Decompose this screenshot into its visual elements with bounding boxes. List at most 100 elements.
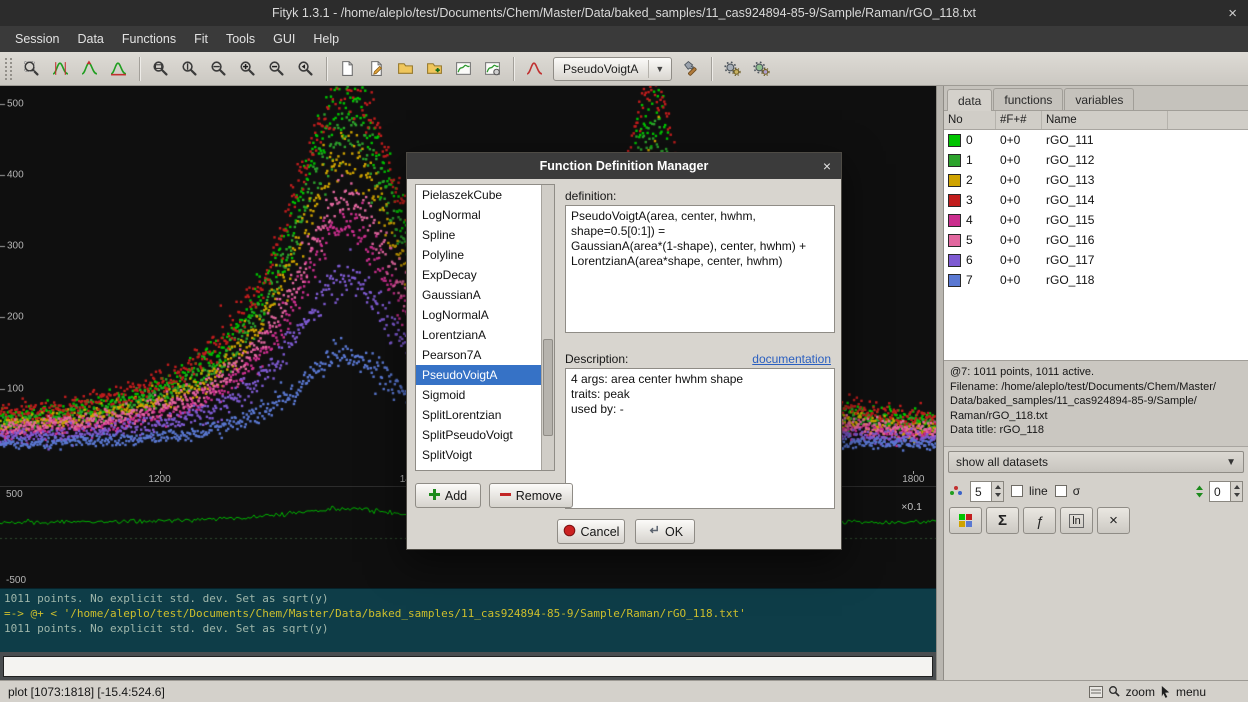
zoom-out-icon[interactable]	[263, 55, 290, 82]
column-header-filler	[1168, 111, 1248, 129]
menu-session[interactable]: Session	[6, 27, 68, 51]
dataset-row-rGO_111[interactable]: 00+0rGO_111	[944, 130, 1248, 150]
function-item-LorentzianA[interactable]: LorentzianA	[416, 325, 541, 345]
function-list-scrollbar[interactable]	[541, 185, 554, 470]
dataset-row-rGO_113[interactable]: 20+0rGO_113	[944, 170, 1248, 190]
dataset-row-rGO_117[interactable]: 60+0rGO_117	[944, 250, 1248, 270]
scrollbar-thumb[interactable]	[543, 339, 553, 436]
enter-icon	[647, 524, 660, 540]
dataset-row-rGO_112[interactable]: 10+0rGO_112	[944, 150, 1248, 170]
dataset-table: No#F+#Name 00+0rGO_11110+0rGO_11220+0rGO…	[944, 111, 1248, 361]
sum-button[interactable]: Σ	[986, 507, 1019, 534]
image-save-icon[interactable]	[450, 55, 477, 82]
zoom-horizontal-icon[interactable]	[205, 55, 232, 82]
script-edit-icon[interactable]	[363, 55, 390, 82]
zoom-vertical-icon[interactable]	[176, 55, 203, 82]
script-new-icon[interactable]	[334, 55, 361, 82]
chevron-down-icon: ▼	[1226, 457, 1236, 468]
ok-button[interactable]: OK	[635, 519, 695, 544]
dataset-filter-dropdown[interactable]: show all datasets ▼	[948, 451, 1244, 473]
status-menu-label[interactable]: menu	[1176, 685, 1206, 699]
data-load-append-icon[interactable]	[421, 55, 448, 82]
add-button[interactable]: Add	[415, 483, 481, 508]
menu-functions[interactable]: Functions	[113, 27, 185, 51]
function-item-SplitVoigt[interactable]: SplitVoigt	[416, 445, 541, 465]
plot-settings-icon[interactable]	[479, 55, 506, 82]
fit-run-icon[interactable]	[719, 55, 746, 82]
zoom-previous-icon[interactable]	[292, 55, 319, 82]
shift-spinner[interactable]: 0	[1209, 481, 1243, 502]
function-definition-manager-dialog: Function Definition Manager × PielaszekC…	[406, 152, 842, 550]
mode-baseline-icon[interactable]	[105, 55, 132, 82]
remove-button[interactable]: Remove	[489, 483, 573, 508]
function-item-Sigmoid[interactable]: Sigmoid	[416, 385, 541, 405]
function-item-Pearson7A[interactable]: Pearson7A	[416, 345, 541, 365]
line-checkbox[interactable]: line	[1011, 484, 1048, 498]
function-item-SplitLorentzian[interactable]: SplitLorentzian	[416, 405, 541, 425]
menu-fit[interactable]: Fit	[185, 27, 217, 51]
mode-add-peak-icon[interactable]	[76, 55, 103, 82]
dataset-func-count: 0+0	[995, 273, 1041, 287]
function-item-GaussianA[interactable]: GaussianA	[416, 285, 541, 305]
zoom-in-icon[interactable]	[234, 55, 261, 82]
dataset-row-rGO_116[interactable]: 50+0rGO_116	[944, 230, 1248, 250]
zoom-all-icon[interactable]	[147, 55, 174, 82]
data-load-icon[interactable]	[392, 55, 419, 82]
tab-variables[interactable]: variables	[1064, 88, 1134, 110]
function-item-Polyline[interactable]: Polyline	[416, 245, 541, 265]
spinner-arrows[interactable]	[991, 482, 1003, 501]
menu-tools[interactable]: Tools	[217, 27, 264, 51]
dataset-name: rGO_115	[1041, 213, 1094, 227]
menu-data[interactable]: Data	[68, 27, 112, 51]
dataset-color-swatch	[948, 254, 961, 267]
definition-textarea[interactable]: PseudoVoigtA(area, center, hwhm, shape=0…	[565, 205, 835, 333]
dialog-close-button[interactable]: ×	[823, 158, 831, 174]
dataset-number: 5	[966, 233, 995, 247]
dataset-row-rGO_118[interactable]: 70+0rGO_118	[944, 270, 1248, 290]
cancel-button[interactable]: Cancel	[557, 519, 625, 544]
function-item-PseudoVoigtA[interactable]: PseudoVoigtA	[416, 365, 541, 385]
dataset-name: rGO_116	[1041, 233, 1094, 247]
formula-button[interactable]: ln	[1060, 507, 1093, 534]
function-item-LogNormal[interactable]: LogNormal	[416, 205, 541, 225]
menu-help[interactable]: Help	[304, 27, 348, 51]
function-type-select[interactable]: PseudoVoigtA▼	[553, 57, 672, 81]
mode-zoom-icon[interactable]	[18, 55, 45, 82]
tab-functions[interactable]: functions	[993, 88, 1063, 110]
dataset-row-rGO_115[interactable]: 40+0rGO_115	[944, 210, 1248, 230]
status-zoom-label[interactable]: zoom	[1126, 685, 1155, 699]
function-item-Spline[interactable]: Spline	[416, 225, 541, 245]
sigma-checkbox[interactable]: σ	[1055, 484, 1080, 498]
function-item-SplitPseudoVoigt[interactable]: SplitPseudoVoigt	[416, 425, 541, 445]
shift-updown-icon[interactable]	[1193, 484, 1206, 499]
delete-button[interactable]: ×	[1097, 507, 1130, 534]
add-function-icon[interactable]	[521, 55, 548, 82]
tab-data[interactable]: data	[947, 89, 992, 111]
settings-icon[interactable]	[677, 55, 704, 82]
dataset-func-count: 0+0	[995, 173, 1041, 187]
x-tick-label: 1200	[148, 474, 170, 485]
functions-button[interactable]: ƒ	[1023, 507, 1056, 534]
mode-data-icon[interactable]	[47, 55, 74, 82]
window-close-button[interactable]: ×	[1228, 0, 1237, 26]
point-size-spinner[interactable]: 5	[970, 481, 1004, 502]
documentation-link[interactable]: documentation	[752, 352, 831, 366]
checkbox-box[interactable]	[1011, 485, 1023, 497]
checkbox-box[interactable]	[1055, 485, 1067, 497]
aux-y-tick-top: 500	[6, 489, 23, 500]
function-item-ExpDecay[interactable]: ExpDecay	[416, 265, 541, 285]
menu-gui[interactable]: GUI	[264, 27, 304, 51]
function-item-LogNormalA[interactable]: LogNormalA	[416, 305, 541, 325]
aux-lines-icon[interactable]	[1089, 686, 1103, 698]
y-tick-label: 200	[7, 312, 24, 323]
dataset-color-swatch	[948, 174, 961, 187]
function-item-PielaszekCube[interactable]: PielaszekCube	[416, 185, 541, 205]
dataset-row-rGO_114[interactable]: 30+0rGO_114	[944, 190, 1248, 210]
palette-button[interactable]	[949, 507, 982, 534]
command-input[interactable]	[3, 656, 933, 677]
dataset-name: rGO_118	[1041, 273, 1094, 287]
sidebar-tabs: datafunctionsvariables	[944, 86, 1248, 111]
panel-splitter[interactable]	[936, 86, 944, 680]
spinner-arrows[interactable]	[1230, 482, 1242, 501]
fit-options-icon[interactable]	[748, 55, 775, 82]
